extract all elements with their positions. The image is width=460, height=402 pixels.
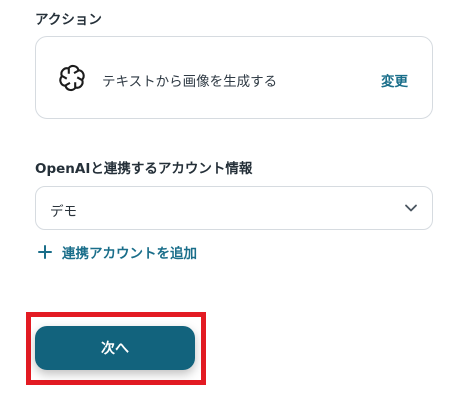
change-action-link[interactable]: 変更	[381, 70, 408, 90]
add-account-link[interactable]: 連携アカウントを追加	[38, 242, 197, 262]
plus-icon	[38, 245, 52, 259]
account-select-value: デモ	[50, 204, 77, 220]
chevron-down-icon	[405, 204, 417, 212]
account-section-label: OpenAIと連携するアカウント情報	[35, 161, 253, 177]
account-select[interactable]: デモ	[35, 186, 433, 230]
next-button[interactable]: 次へ	[35, 326, 195, 370]
action-card: テキストから画像を生成する 変更	[35, 36, 433, 119]
add-account-label: 連携アカウントを追加	[62, 246, 197, 262]
action-name: テキストから画像を生成する	[102, 74, 278, 90]
action-section-label: アクション	[35, 12, 102, 28]
openai-logo-icon	[59, 64, 85, 92]
